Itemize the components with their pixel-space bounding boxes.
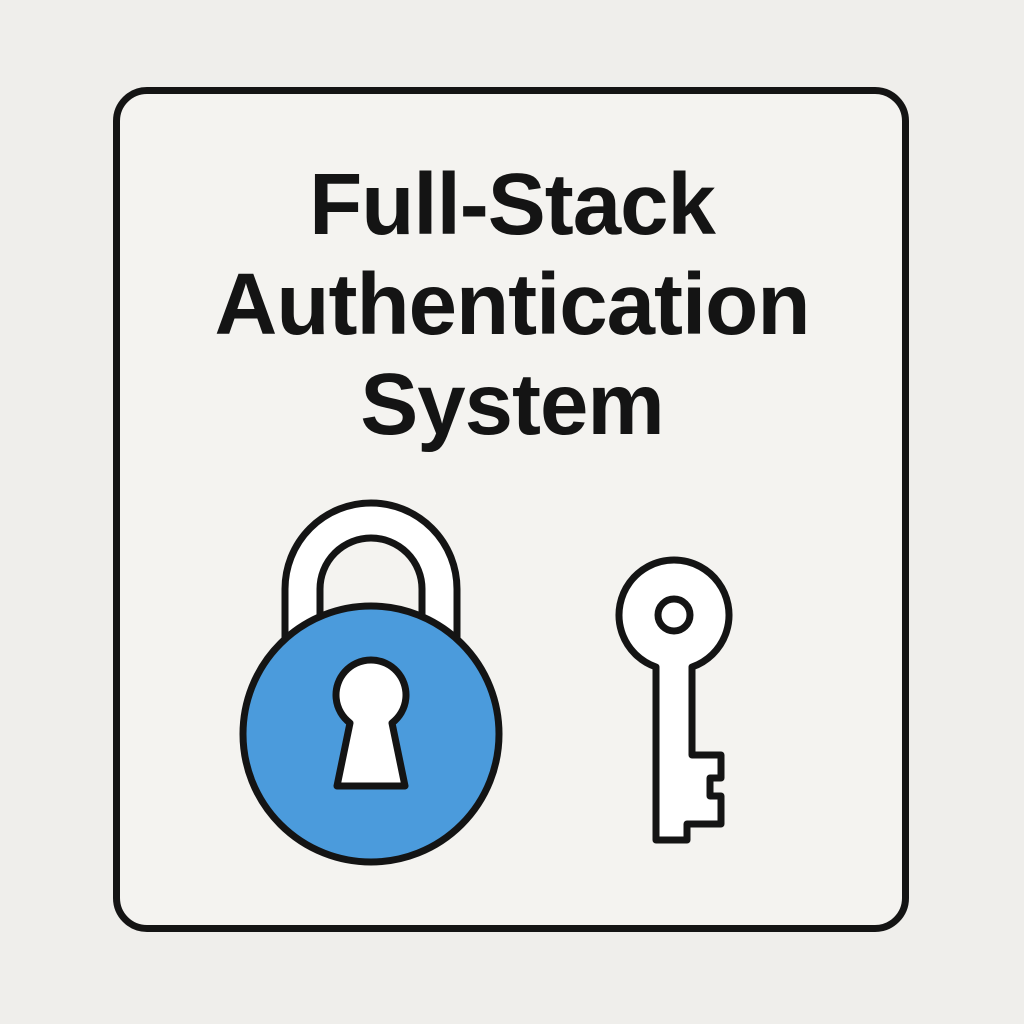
page-title: Full-Stack Authentication System bbox=[0, 155, 1024, 455]
title-line-3: System bbox=[360, 356, 665, 453]
key-icon bbox=[615, 556, 733, 844]
title-line-2: Authentication bbox=[214, 256, 811, 353]
keyhole-icon bbox=[332, 656, 410, 790]
padlock-icon bbox=[239, 499, 503, 866]
title-line-1: Full-Stack bbox=[309, 156, 716, 253]
key-ring-hole-icon bbox=[654, 595, 694, 635]
